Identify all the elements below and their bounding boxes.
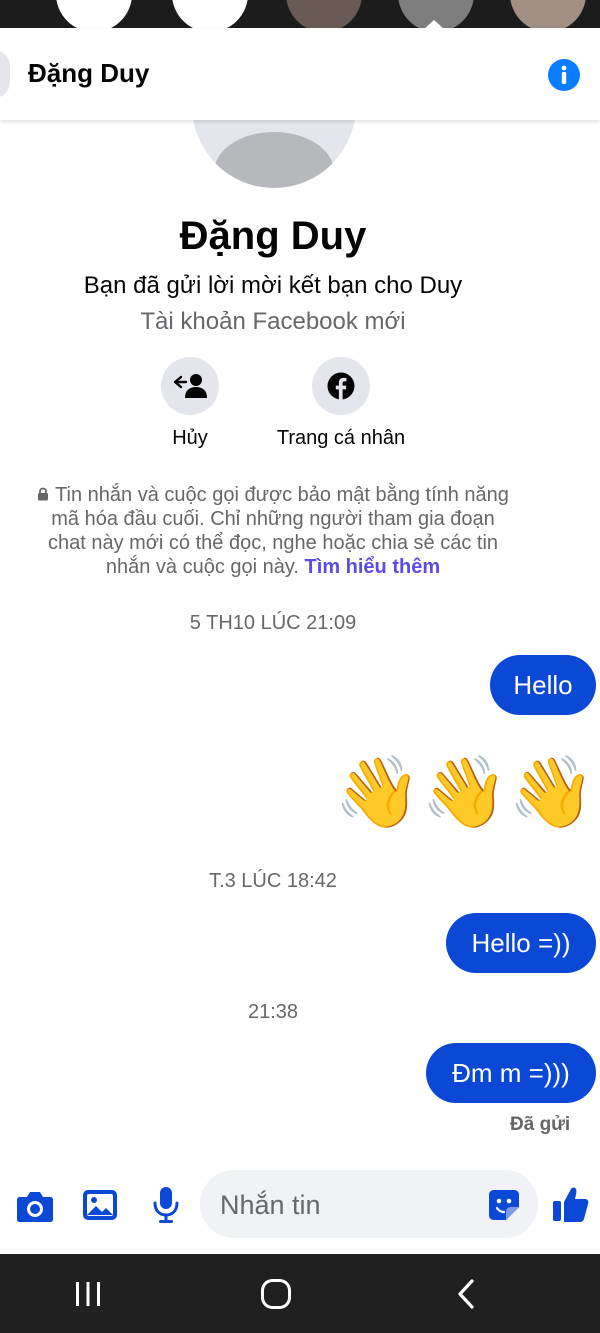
conversation-title[interactable]: Đặng Duy xyxy=(28,58,149,89)
facebook-icon xyxy=(327,372,355,400)
conversation-header: Đặng Duy xyxy=(0,28,600,120)
active-chat-caret xyxy=(424,20,444,28)
back-nav-button[interactable] xyxy=(436,1274,496,1314)
encryption-notice: Tin nhắn và cuộc gọi được bảo mật bằng t… xyxy=(30,483,516,579)
home-icon xyxy=(261,1279,291,1309)
cancel-request-action[interactable]: Hủy xyxy=(150,357,230,450)
microphone-icon[interactable] xyxy=(152,1186,180,1224)
cancel-request-button[interactable] xyxy=(161,357,219,415)
friend-request-note: Bạn đã gửi lời mời kết bạn cho Duy xyxy=(83,272,463,299)
wave-emoji-message[interactable]: 👋👋👋 xyxy=(334,752,595,832)
info-icon[interactable] xyxy=(547,58,581,92)
chat-head[interactable] xyxy=(172,0,248,28)
learn-more-link[interactable]: Tìm hiểu thêm xyxy=(305,556,441,578)
home-button[interactable] xyxy=(246,1274,306,1314)
chat-head[interactable] xyxy=(286,0,362,28)
message-bubble[interactable]: Hello =)) xyxy=(446,913,596,973)
gallery-icon[interactable] xyxy=(82,1188,118,1222)
account-note: Tài khoản Facebook mới xyxy=(140,308,406,335)
timestamp: T.3 LÚC 18:42 xyxy=(209,870,337,892)
chat-head[interactable] xyxy=(510,0,586,28)
timestamp: 21:38 xyxy=(247,1001,299,1023)
timestamp: 5 TH10 LÚC 21:09 xyxy=(189,612,357,634)
lock-icon xyxy=(38,487,49,501)
back-button[interactable] xyxy=(0,50,10,98)
view-profile-action[interactable]: Trang cá nhân xyxy=(266,357,416,450)
recent-apps-button[interactable] xyxy=(58,1274,118,1314)
cancel-friend-request-icon xyxy=(173,374,207,398)
chat-heads-bar xyxy=(0,0,600,28)
message-bubble[interactable]: Hello xyxy=(490,655,596,715)
cancel-request-label: Hủy xyxy=(172,427,208,449)
recent-apps-icon xyxy=(76,1282,100,1306)
message-input[interactable]: Nhắn tin xyxy=(200,1170,538,1238)
view-profile-button[interactable] xyxy=(312,357,370,415)
message-input-placeholder: Nhắn tin xyxy=(220,1190,321,1220)
profile-name: Đặng Duy xyxy=(179,214,367,258)
message-bubble[interactable]: Đm m =))) xyxy=(426,1043,596,1103)
back-arrow-icon xyxy=(458,1279,474,1309)
sticker-icon[interactable] xyxy=(488,1189,520,1221)
thumbs-up-icon[interactable] xyxy=(552,1185,590,1223)
chat-head[interactable] xyxy=(56,0,132,28)
sent-status: Đã gửi xyxy=(510,1114,571,1135)
camera-icon[interactable] xyxy=(16,1189,54,1223)
view-profile-label: Trang cá nhân xyxy=(276,427,406,449)
message-composer: Nhắn tin xyxy=(0,1160,600,1254)
system-nav-bar xyxy=(0,1254,600,1333)
